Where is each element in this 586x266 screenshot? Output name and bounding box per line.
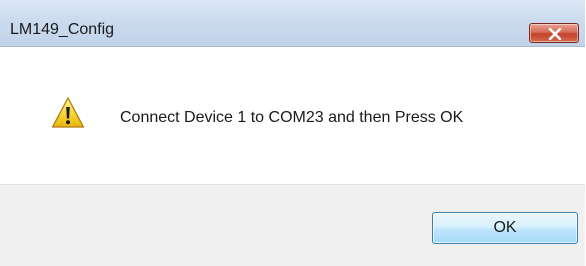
message-dialog: LM149_Config Connect Device 1 to COM23 a… [0, 0, 585, 266]
close-icon [548, 28, 562, 40]
dialog-content: Connect Device 1 to COM23 and then Press… [0, 47, 585, 184]
close-button[interactable] [529, 23, 579, 43]
title-bar[interactable]: LM149_Config [0, 0, 585, 47]
dialog-footer: OK [0, 184, 585, 266]
dialog-message: Connect Device 1 to COM23 and then Press… [120, 109, 464, 126]
warning-icon [51, 97, 85, 128]
window-title: LM149_Config [10, 21, 115, 38]
ok-button[interactable]: OK [432, 212, 578, 244]
